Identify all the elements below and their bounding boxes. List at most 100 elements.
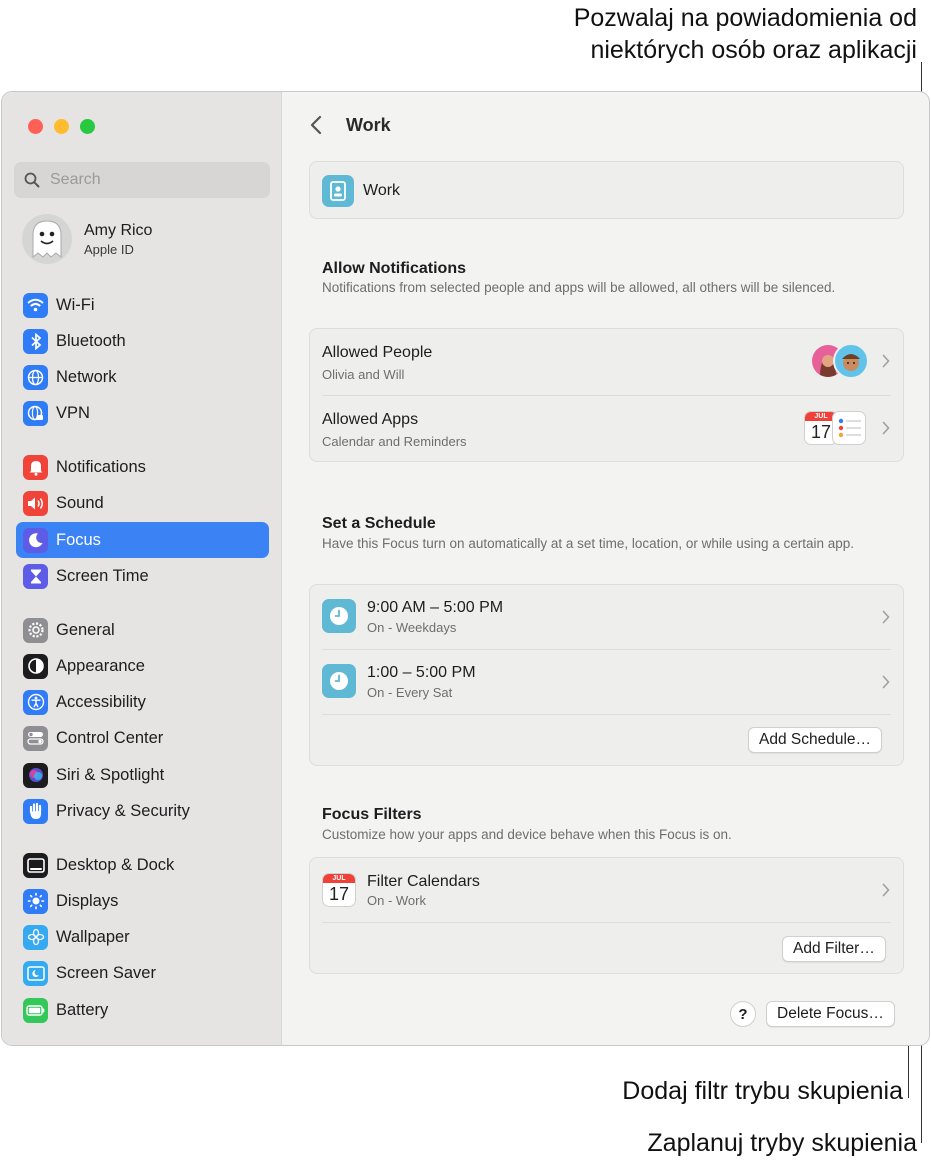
work-badge-icon (322, 175, 354, 207)
accessibility-icon (23, 689, 48, 715)
sidebar-item-screen-saver[interactable]: Screen Saver (16, 955, 269, 991)
sidebar-item-displays[interactable]: Displays (16, 883, 269, 919)
bluetooth-icon (23, 328, 48, 354)
sidebar-item-label: Appearance (56, 656, 145, 675)
schedule-days: On - Every Sat (367, 685, 453, 700)
divider (322, 922, 891, 923)
help-button[interactable]: ? (730, 1001, 756, 1027)
vpn-globe-icon (23, 400, 48, 426)
speaker-icon (23, 490, 48, 516)
sidebar-item-label: Wallpaper (56, 927, 130, 946)
sidebar-item-desktop-dock[interactable]: Desktop & Dock (16, 847, 269, 883)
callout-add-filter: Dodaj filtr trybu skupienia (622, 1077, 903, 1105)
flower-icon (23, 924, 48, 950)
allowed-apps-title: Allowed Apps (322, 411, 419, 428)
schedule-row[interactable]: 1:00 – 5:00 PM On - Every Sat (310, 650, 903, 714)
sidebar-item-focus[interactable]: Focus (16, 522, 269, 558)
sidebar-item-wifi[interactable]: Wi-Fi (16, 287, 269, 323)
sidebar-item-label: Desktop & Dock (56, 855, 175, 874)
schedule-row[interactable]: 9:00 AM – 5:00 PM On - Weekdays (310, 585, 903, 649)
clock-icon (322, 599, 356, 633)
sidebar-item-label: Displays (56, 891, 119, 910)
zoom-window-button[interactable] (80, 119, 95, 134)
allow-notifications-card: Allowed People Olivia and Will Allowed A… (309, 328, 904, 462)
hand-icon (23, 798, 48, 824)
sidebar-item-label: Control Center (56, 728, 164, 747)
apple-id-profile[interactable]: Amy Rico Apple ID (22, 214, 152, 264)
gear-icon (23, 617, 48, 643)
minimize-window-button[interactable] (54, 119, 69, 134)
settings-window: Amy Rico Apple ID Wi-Fi Bluetooth Networ… (1, 91, 930, 1046)
clock-icon (322, 664, 356, 698)
close-window-button[interactable] (28, 119, 43, 134)
back-chevron-icon[interactable] (309, 114, 323, 136)
sidebar-item-label: Accessibility (56, 692, 146, 711)
callout-allow-notifications: Pozwalaj na powiadomienia od niektórych … (574, 2, 917, 66)
sidebar-item-siri-spotlight[interactable]: Siri & Spotlight (16, 757, 269, 793)
sidebar-item-label: Battery (56, 1000, 109, 1019)
sidebar-item-sound[interactable]: Sound (16, 485, 269, 521)
filter-title: Filter Calendars (367, 873, 480, 890)
sidebar-item-appearance[interactable]: Appearance (16, 648, 269, 684)
filter-calendars-row[interactable]: JUL 17 Filter Calendars On - Work (310, 858, 903, 922)
sidebar-item-vpn[interactable]: VPN (16, 395, 269, 431)
sidebar-item-battery[interactable]: Battery (16, 992, 269, 1028)
allowed-people-subtitle: Olivia and Will (322, 367, 405, 382)
callout-line-2: niektórych osób oraz aplikacji (590, 36, 917, 64)
sidebar-item-label: Privacy & Security (56, 801, 190, 820)
search-field[interactable] (14, 162, 270, 198)
page-title: Work (346, 115, 391, 135)
sidebar-item-privacy-security[interactable]: Privacy & Security (16, 793, 269, 829)
siri-icon (23, 762, 48, 788)
sidebar-item-bluetooth[interactable]: Bluetooth (16, 323, 269, 359)
search-icon (24, 172, 40, 188)
screensaver-icon (23, 960, 48, 986)
add-schedule-button[interactable]: Add Schedule… (748, 727, 883, 753)
sidebar-item-general[interactable]: General (16, 612, 269, 648)
sidebar-item-notifications[interactable]: Notifications (16, 449, 269, 485)
allowed-people-row[interactable]: Allowed People Olivia and Will (310, 329, 903, 395)
profile-name: Amy Rico (84, 221, 153, 239)
sun-icon (23, 888, 48, 914)
will-avatar (833, 343, 869, 379)
focus-name-card[interactable]: Work (309, 161, 904, 219)
sidebar-item-label: Network (56, 367, 117, 386)
delete-focus-button[interactable]: Delete Focus… (766, 1001, 895, 1027)
sidebar-item-control-center[interactable]: Control Center (16, 720, 269, 756)
schedule-days: On - Weekdays (367, 620, 457, 635)
filter-subtitle: On - Work (367, 893, 426, 908)
sidebar-item-wallpaper[interactable]: Wallpaper (16, 919, 269, 955)
reminders-app-icon (832, 411, 866, 445)
allowed-apps-row[interactable]: Allowed Apps Calendar and Reminders JUL … (310, 396, 903, 462)
sidebar-item-accessibility[interactable]: Accessibility (16, 684, 269, 720)
schedule-card: 9:00 AM – 5:00 PM On - Weekdays 1:00 – 5… (309, 584, 904, 766)
bell-icon (23, 454, 48, 480)
callout-schedule: Zaplanuj tryby skupienia (647, 1129, 917, 1157)
focus-filters-description: Customize how your apps and device behav… (322, 827, 732, 842)
sidebar-item-label: Screen Saver (56, 963, 156, 982)
chevron-right-icon (882, 421, 890, 435)
appearance-icon (23, 653, 48, 679)
profile-subtitle: Apple ID (84, 241, 134, 257)
focus-name: Work (363, 182, 401, 199)
set-schedule-description: Have this Focus turn on automatically at… (322, 536, 855, 551)
moon-icon (23, 527, 48, 553)
search-input[interactable] (48, 170, 252, 190)
calendar-day: 17 (328, 884, 350, 904)
add-filter-button[interactable]: Add Filter… (782, 936, 886, 962)
sidebar-item-label: Notifications (56, 457, 146, 476)
sidebar-item-label: General (56, 620, 115, 639)
allow-notifications-heading: Allow Notifications (322, 260, 466, 277)
sidebar-item-label: Sound (56, 493, 104, 512)
callout-line-1: Pozwalaj na powiadomienia od (573, 4, 917, 32)
wifi-icon (23, 292, 48, 318)
allowed-apps-subtitle: Calendar and Reminders (322, 434, 467, 449)
schedule-time: 1:00 – 5:00 PM (367, 664, 476, 681)
sidebar-item-screen-time[interactable]: Screen Time (16, 558, 269, 594)
sidebar-item-network[interactable]: Network (16, 359, 269, 395)
chevron-right-icon (882, 610, 890, 624)
sidebar-item-label: VPN (56, 403, 90, 422)
chevron-right-icon (882, 354, 890, 368)
sidebar-item-label: Bluetooth (56, 331, 126, 350)
sidebar-item-label: Focus (56, 530, 101, 549)
